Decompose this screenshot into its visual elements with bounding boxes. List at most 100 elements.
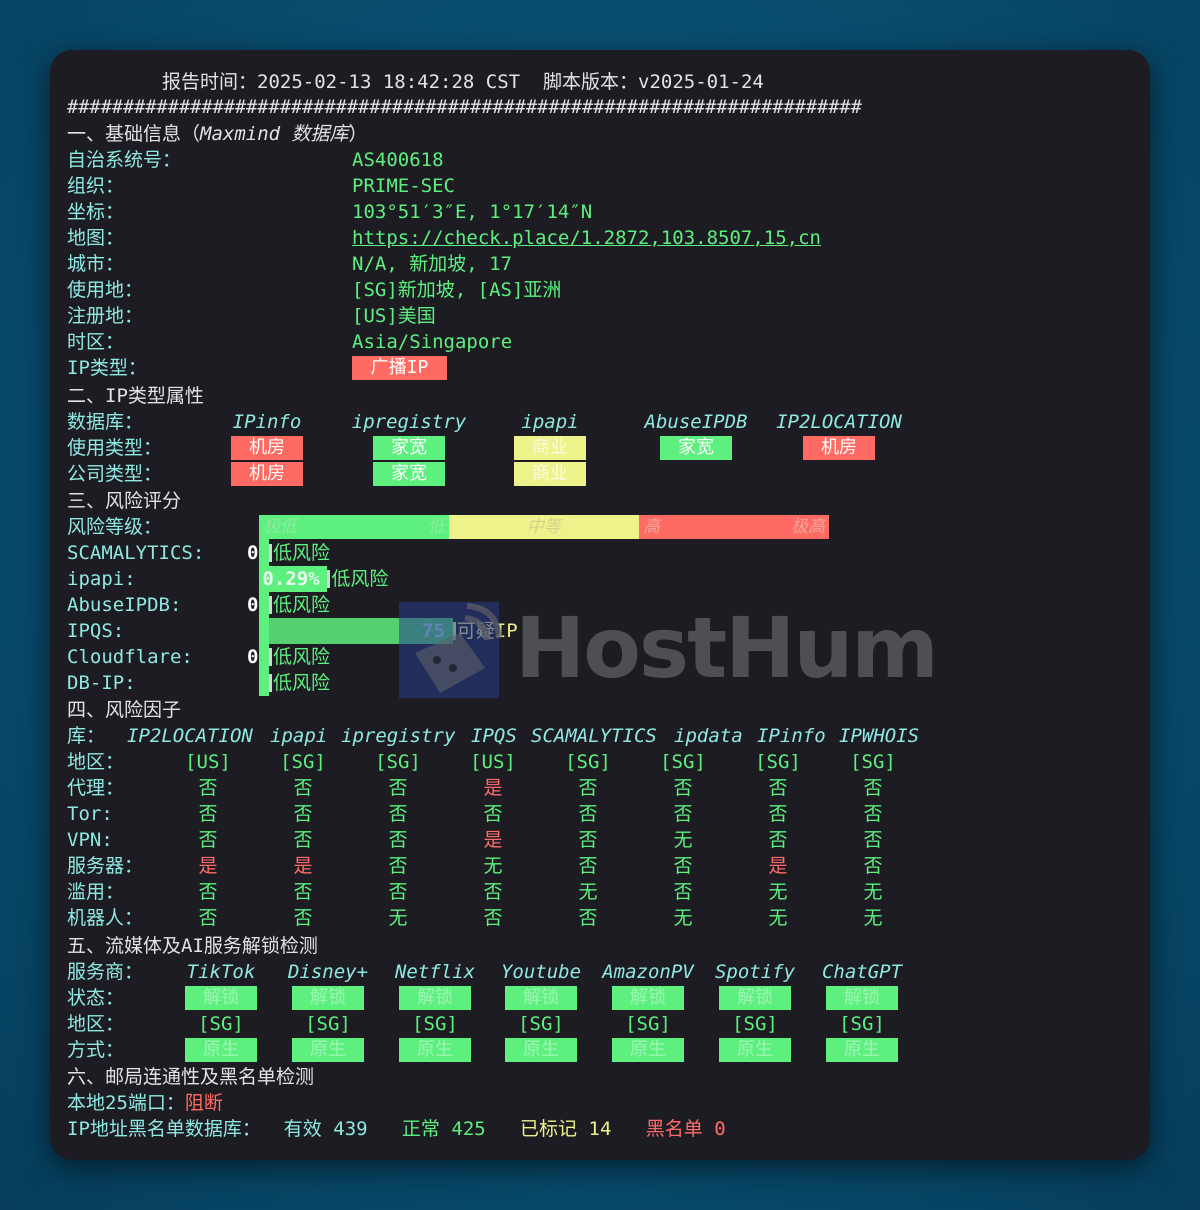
basic-row-value: N/A, 新加坡, 17 (352, 253, 512, 275)
report-header: 报告时间：2025-02-13 18:42:28 CST 脚本版本：v2025-… (162, 69, 764, 95)
factor-value: 否 (863, 829, 883, 851)
section-streaming-title: 五、流媒体及AI服务解锁检测 (67, 935, 318, 957)
risk-scale-medium: 中等 (449, 515, 639, 539)
risk-source-label: SCAMALYTICS: (67, 542, 205, 564)
iptype-company-label: 公司类型： (67, 463, 163, 485)
factor-row-label: VPN: (67, 829, 113, 851)
report-time-label: 报告时间： (162, 71, 258, 93)
basic-row-value: [SG]新加坡, [AS]亚洲 (352, 279, 562, 301)
factor-value: 否 (388, 855, 408, 877)
factor-row-label: Tor: (67, 803, 113, 825)
marked-count: 14 (588, 1118, 612, 1140)
watermark-logo-icon (399, 602, 502, 698)
port25-row: 本地25端口：阻断 (67, 1090, 223, 1116)
factor-value: 否 (578, 829, 598, 851)
factor-row-label: 机器人： (67, 907, 144, 929)
factor-value: 否 (293, 829, 313, 851)
risk-verdict: 可疑IP (456, 620, 518, 642)
watermark: HostHum (395, 598, 939, 708)
iptype-company-badge: 家宽 (373, 462, 445, 486)
risk-score-cursor (269, 674, 272, 692)
iptype-db-name: IPinfo (232, 411, 302, 433)
iptype-company-badge: 机房 (231, 462, 303, 486)
service-method-badge: 原生 (505, 1038, 577, 1062)
factor-row-label: 代理： (67, 777, 125, 799)
iptype-usage-badge: 家宽 (373, 436, 445, 460)
service-status-badge: 解锁 (612, 986, 684, 1010)
factor-lib-name: IPWHOIS (839, 725, 920, 747)
factor-value: 否 (198, 829, 218, 851)
basic-row-label: 时区： (67, 331, 125, 353)
streaming-status-label: 状态： (67, 987, 125, 1009)
basic-row-value: Asia/Singapore (352, 331, 513, 353)
service-method-badge: 原生 (292, 1038, 364, 1062)
basic-row-label: IP类型： (67, 357, 147, 379)
factor-value: [SG] (565, 751, 611, 773)
factor-value: 否 (863, 803, 883, 825)
factor-value: 否 (483, 881, 503, 903)
blacklist-count-label: 黑名单 (645, 1118, 703, 1140)
factor-row-label: 服务器： (67, 855, 144, 877)
section-basic-title: 一、基础信息（Maxmind 数据库） (67, 121, 368, 147)
report-time: 2025-02-13 18:42:28 CST (257, 71, 521, 93)
factor-value: 否 (483, 803, 503, 825)
factor-lib-name: ipregistry (341, 725, 456, 747)
risk-score-cursor (269, 648, 272, 666)
factor-value: 无 (768, 881, 788, 903)
iptype-usage-badge: 家宽 (660, 436, 732, 460)
risk-score-bar (259, 540, 269, 566)
factor-lib-name: SCAMALYTICS (531, 725, 657, 747)
risk-verdict: 低风险 (273, 646, 331, 668)
service-name: TikTok (186, 961, 256, 983)
valid-count: 439 (333, 1118, 368, 1140)
map-link[interactable]: https://check.place/1.2872,103.8507,15,c… (352, 225, 821, 251)
factor-value: 否 (578, 855, 598, 877)
normal-label: 正常 (401, 1118, 440, 1140)
factor-value: 否 (673, 803, 693, 825)
basic-row-label: 组织： (67, 175, 125, 197)
risk-level-very-high: 极高 (791, 517, 825, 537)
iptype-usage-badge: 机房 (803, 436, 875, 460)
risk-source-label: AbuseIPDB: (67, 594, 182, 616)
iptype-db-label: 数据库： (67, 411, 144, 433)
factor-value: [US] (470, 751, 516, 773)
factor-value: 是 (293, 855, 313, 877)
factor-value: 否 (198, 881, 218, 903)
risk-level-very-low: 极低 (263, 517, 297, 537)
iptype-usage-badge: 商业 (514, 436, 586, 460)
factor-value: 否 (293, 881, 313, 903)
basic-row-value: 103°51′3″E, 1°17′14″N (352, 201, 593, 223)
script-version-label: 脚本版本： (543, 71, 639, 93)
basic-row-label: 自治系统号： (67, 149, 182, 171)
service-name: Spotify (714, 961, 796, 983)
factor-value: 无 (673, 907, 693, 929)
factor-value: 否 (293, 777, 313, 799)
risk-score-bar (259, 644, 269, 670)
risk-level-high: 高 (643, 517, 660, 537)
service-method-badge: 原生 (185, 1038, 257, 1062)
service-status-badge: 解锁 (719, 986, 791, 1010)
factor-value: 否 (388, 829, 408, 851)
risk-source-label: IPQS: (67, 620, 125, 642)
factor-value: 无 (483, 855, 503, 877)
script-version: v2025-01-24 (638, 71, 764, 93)
service-region: [SG] (625, 1013, 671, 1035)
factor-value: [US] (185, 751, 231, 773)
iptype-db-name: ipregistry (351, 411, 467, 433)
basic-row-label: 城市： (67, 253, 125, 275)
streaming-provider-label: 服务商： (67, 961, 144, 983)
service-status-badge: 解锁 (292, 986, 364, 1010)
basic-row-label: 坐标： (67, 201, 125, 223)
valid-label: 有效 (283, 1118, 322, 1140)
factor-lib-name: ipapi (270, 725, 328, 747)
factor-value: [SG] (660, 751, 706, 773)
factor-lib-name: IP2LOCATION (127, 725, 253, 747)
risk-score-value: 0.29% (262, 568, 320, 590)
factor-value: 否 (578, 777, 598, 799)
factor-value: 无 (673, 829, 693, 851)
risk-level-scale: 极低 低 中等 高 极高 (259, 515, 829, 539)
basic-row-label: 地图： (67, 227, 125, 249)
factor-value: 否 (673, 881, 693, 903)
iptype-company-badge: 商业 (514, 462, 586, 486)
factor-value: 否 (198, 777, 218, 799)
